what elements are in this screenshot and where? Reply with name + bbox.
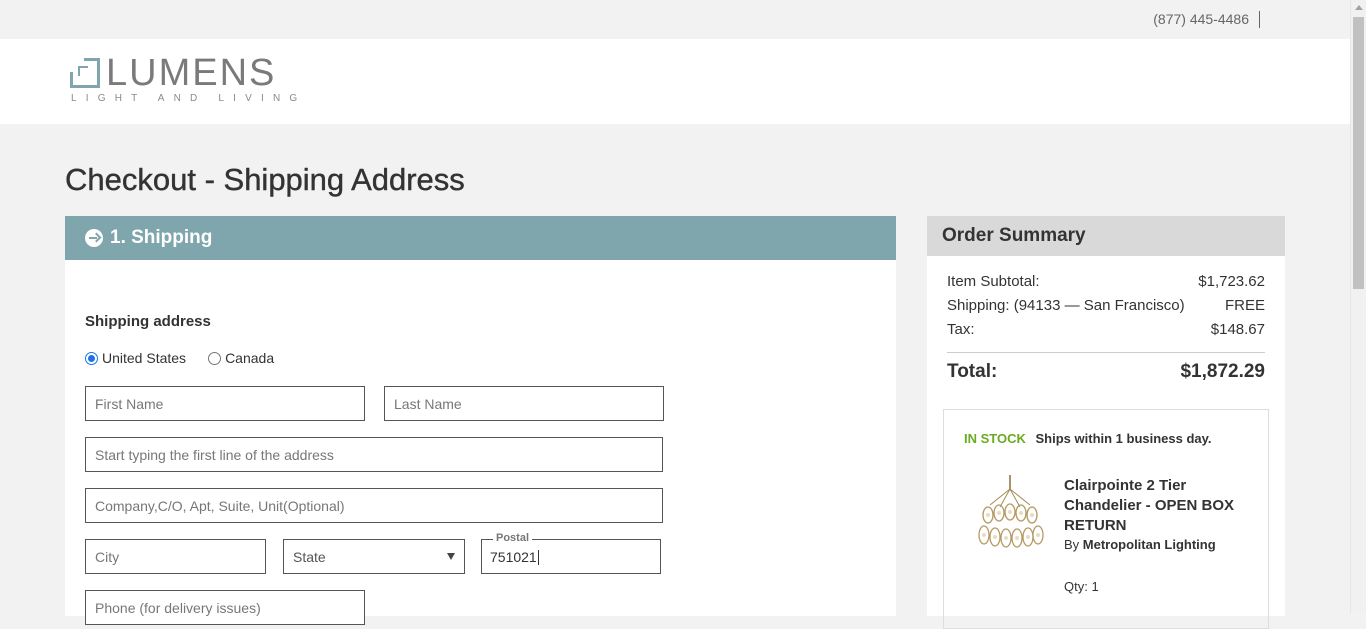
stock-status: IN STOCK Ships within 1 business day.	[964, 431, 1212, 446]
city-input[interactable]	[86, 540, 265, 573]
company-input[interactable]	[86, 489, 662, 522]
subtotal-value: $1,723.62	[1198, 273, 1265, 290]
logo-mark-icon	[70, 58, 100, 88]
order-summary-panel: Order Summary Item Subtotal: $1,723.62 S…	[927, 216, 1285, 629]
product-name-link[interactable]: Clairpointe 2 Tier Chandelier - OPEN BOX…	[1064, 476, 1254, 536]
top-bar: (877) 445-4486	[0, 0, 1350, 39]
chandelier-product-image[interactable]	[976, 475, 1044, 555]
postal-input-value[interactable]: 751021	[490, 549, 539, 565]
phone-number-link[interactable]: (877) 445-4486	[1153, 11, 1260, 28]
postal-label: Postal	[493, 531, 533, 545]
shipping-value: FREE	[1224, 297, 1265, 314]
product-brand: By Metropolitan Lighting	[1064, 537, 1216, 552]
brand-name-link[interactable]: Metropolitan Lighting	[1083, 537, 1216, 552]
shipping-panel: 1. Shipping Shipping address United Stat…	[65, 216, 896, 625]
radio-canada[interactable]	[208, 351, 222, 365]
shipping-label: Shipping: (94133 — San Francisco)	[947, 297, 1185, 314]
shipping-step-header[interactable]: 1. Shipping	[65, 216, 896, 260]
country-radio-group: United States Canada	[85, 350, 296, 366]
address-line-field[interactable]	[85, 437, 663, 472]
brand-prefix: By	[1064, 537, 1080, 552]
radio-label-canada[interactable]: Canada	[225, 350, 274, 366]
total-value: $1,872.29	[1180, 361, 1265, 382]
shipping-address-label: Shipping address	[85, 313, 211, 330]
phone-field[interactable]	[85, 590, 365, 625]
city-field[interactable]	[85, 539, 266, 574]
lumens-logo[interactable]: LUMENS LIGHT AND LIVING	[70, 53, 310, 109]
state-select-value: State	[293, 549, 326, 565]
state-select[interactable]: State	[283, 539, 465, 574]
logo-wordmark: LUMENS	[106, 52, 277, 94]
radio-united-states[interactable]	[85, 351, 98, 365]
tax-value: $148.67	[1210, 321, 1265, 338]
in-stock-badge: IN STOCK	[964, 431, 1026, 446]
total-row: Total: $1,872.29	[947, 361, 1265, 383]
shipping-step-title: 1. Shipping	[110, 227, 213, 248]
shipping-row: Shipping: (94133 — San Francisco) FREE	[947, 297, 1265, 314]
scrollbar-thumb[interactable]	[1353, 17, 1364, 289]
first-name-input[interactable]	[86, 387, 364, 420]
postal-field[interactable]: Postal 751021	[481, 531, 661, 574]
company-field[interactable]	[85, 488, 663, 523]
logo-tagline: LIGHT AND LIVING	[71, 93, 307, 104]
scroll-up-arrow-icon[interactable]	[1355, 5, 1363, 10]
radio-label-united-states[interactable]: United States	[102, 350, 186, 366]
page-title: Checkout - Shipping Address	[65, 162, 465, 197]
last-name-input[interactable]	[385, 387, 663, 420]
first-name-field[interactable]	[85, 386, 365, 421]
summary-divider	[947, 352, 1265, 353]
tax-label: Tax:	[947, 321, 975, 338]
subtotal-label: Item Subtotal:	[947, 273, 1040, 290]
cart-item-card: IN STOCK Ships within 1 business day. Cl…	[943, 409, 1269, 629]
stock-note: Ships within 1 business day.	[1035, 431, 1212, 446]
circle-arrow-right-icon	[85, 229, 103, 247]
total-label: Total:	[947, 361, 998, 382]
subtotal-row: Item Subtotal: $1,723.62	[947, 273, 1265, 290]
page-scrollbar[interactable]	[1350, 0, 1366, 613]
last-name-field[interactable]	[384, 386, 664, 421]
address-line-input[interactable]	[86, 438, 662, 471]
order-summary-title: Order Summary	[927, 216, 1285, 256]
phone-input[interactable]	[86, 591, 364, 624]
dropdown-caret-icon	[447, 553, 455, 560]
product-quantity: Qty: 1	[1064, 579, 1099, 594]
tax-row: Tax: $148.67	[947, 321, 1265, 338]
